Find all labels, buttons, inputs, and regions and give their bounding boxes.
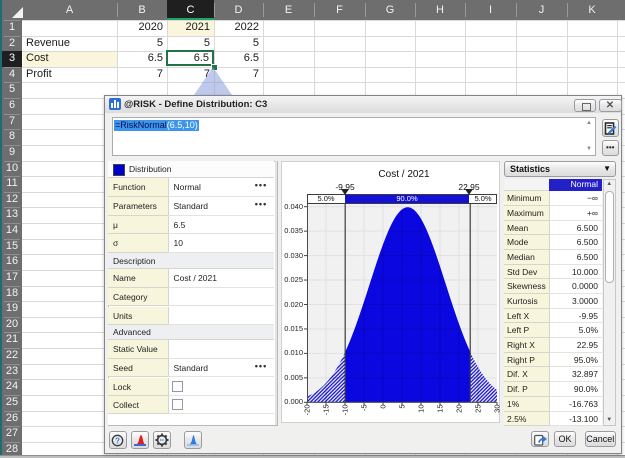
svg-text:?: ? bbox=[115, 436, 120, 445]
